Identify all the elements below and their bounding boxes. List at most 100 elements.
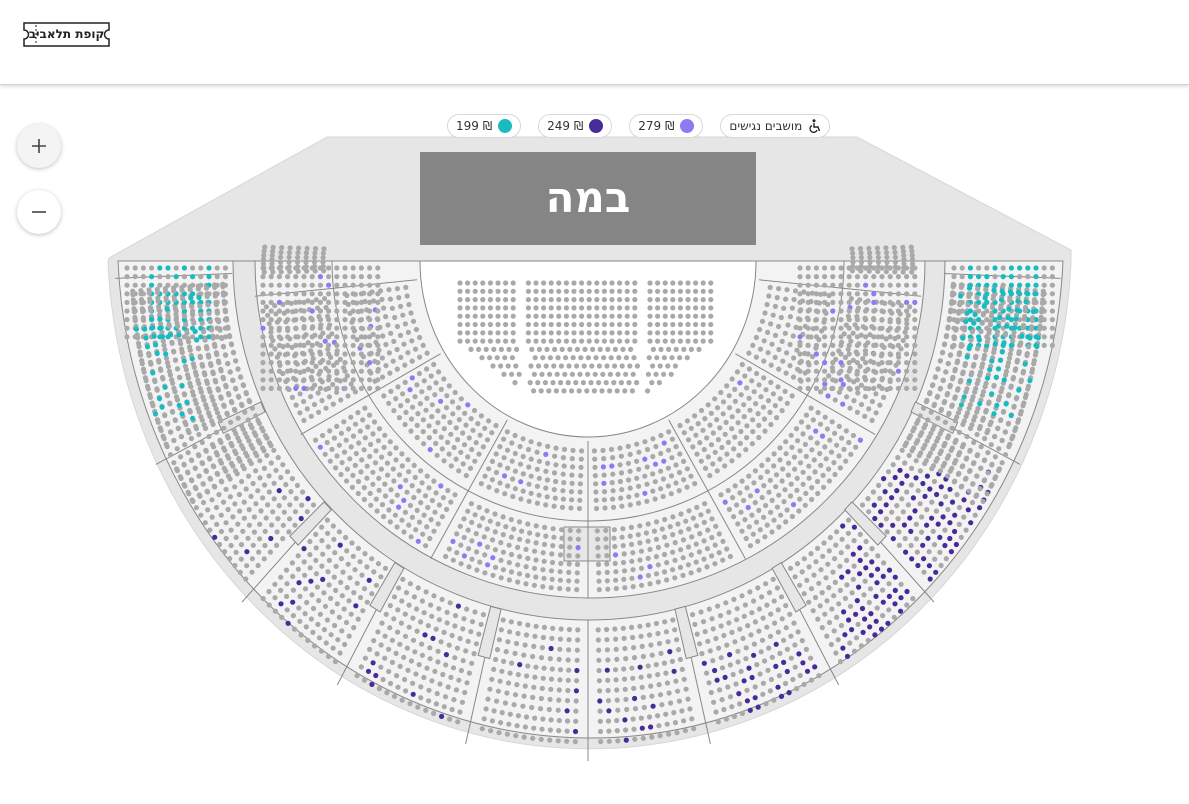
seat[interactable] [435,408,441,414]
seat[interactable] [965,507,971,513]
seat[interactable] [715,437,722,443]
seat[interactable] [387,439,393,445]
seat[interactable] [219,335,225,342]
seat[interactable] [353,450,359,457]
seat[interactable] [502,355,508,361]
seat[interactable] [198,274,204,280]
seat[interactable] [977,505,983,511]
seat[interactable] [289,394,295,400]
seat[interactable] [320,551,326,557]
seat[interactable] [471,651,477,657]
seat[interactable] [710,626,716,632]
seat[interactable] [578,355,584,361]
seat[interactable] [953,541,960,548]
seat[interactable] [838,291,844,297]
seat[interactable] [711,699,717,705]
seat[interactable] [523,564,529,570]
seat[interactable] [486,484,492,490]
seat[interactable] [961,497,967,503]
seat[interactable] [220,344,227,350]
seat[interactable] [154,289,161,295]
seat[interactable] [719,697,725,703]
seat[interactable] [846,308,852,314]
seat[interactable] [271,496,277,502]
seat[interactable] [559,504,566,510]
seat[interactable] [213,450,219,456]
seat[interactable] [414,382,420,388]
seat[interactable] [195,345,201,351]
seat[interactable] [790,676,796,683]
seat[interactable] [309,377,315,383]
seat[interactable] [284,581,290,587]
seat[interactable] [975,452,981,458]
seat[interactable] [394,323,400,330]
seat[interactable] [201,397,207,403]
seat[interactable] [409,483,415,489]
seat[interactable] [525,538,531,544]
seat[interactable] [947,486,953,492]
seat[interactable] [557,577,564,583]
seat[interactable] [548,568,555,574]
seat[interactable] [397,641,403,647]
seat[interactable] [844,394,850,400]
seat[interactable] [152,378,158,385]
seat[interactable] [338,471,344,478]
seat[interactable] [855,390,861,396]
seat[interactable] [956,470,962,477]
seat[interactable] [668,491,674,497]
seat[interactable] [992,434,998,440]
seat[interactable] [598,739,604,745]
seat[interactable] [521,734,527,740]
seat[interactable] [268,460,274,466]
seat[interactable] [871,308,877,314]
seat[interactable] [960,442,967,448]
seat[interactable] [200,481,206,487]
seat[interactable] [981,478,987,484]
seat[interactable] [707,472,713,479]
seat[interactable] [421,674,427,681]
seat[interactable] [397,663,403,670]
seat[interactable] [632,338,638,344]
seat[interactable] [623,696,629,703]
seat[interactable] [172,417,178,423]
seat[interactable] [295,250,301,256]
seat[interactable] [368,441,374,447]
seat[interactable] [285,360,291,366]
seat[interactable] [879,308,885,314]
seat[interactable] [367,453,373,459]
seat[interactable] [564,728,570,734]
seat[interactable] [525,321,532,328]
seat[interactable] [974,473,980,479]
seat[interactable] [655,713,661,719]
seat[interactable] [919,529,925,535]
seat[interactable] [1015,289,1022,295]
seat[interactable] [670,617,676,623]
seat[interactable] [678,511,684,517]
seat[interactable] [342,641,348,648]
seat[interactable] [574,570,580,576]
seat[interactable] [564,718,571,724]
seat[interactable] [609,321,615,328]
seat[interactable] [320,432,326,439]
seat[interactable] [609,338,615,344]
seat[interactable] [505,483,511,489]
seat[interactable] [1015,419,1021,425]
seat[interactable] [647,297,653,303]
seat[interactable] [490,363,496,369]
seat[interactable] [247,458,253,464]
seat[interactable] [1049,274,1055,280]
seat[interactable] [814,478,821,485]
seat[interactable] [389,637,395,643]
seat[interactable] [381,444,387,450]
seat[interactable] [638,565,645,571]
seat[interactable] [617,330,623,336]
seat[interactable] [849,590,855,596]
seat[interactable] [246,473,252,479]
seat[interactable] [912,334,918,340]
seat[interactable] [551,363,557,369]
seat[interactable] [544,494,550,500]
seat[interactable] [1025,282,1031,288]
seat[interactable] [124,308,130,314]
seat[interactable] [814,440,820,446]
seat[interactable] [567,527,573,534]
